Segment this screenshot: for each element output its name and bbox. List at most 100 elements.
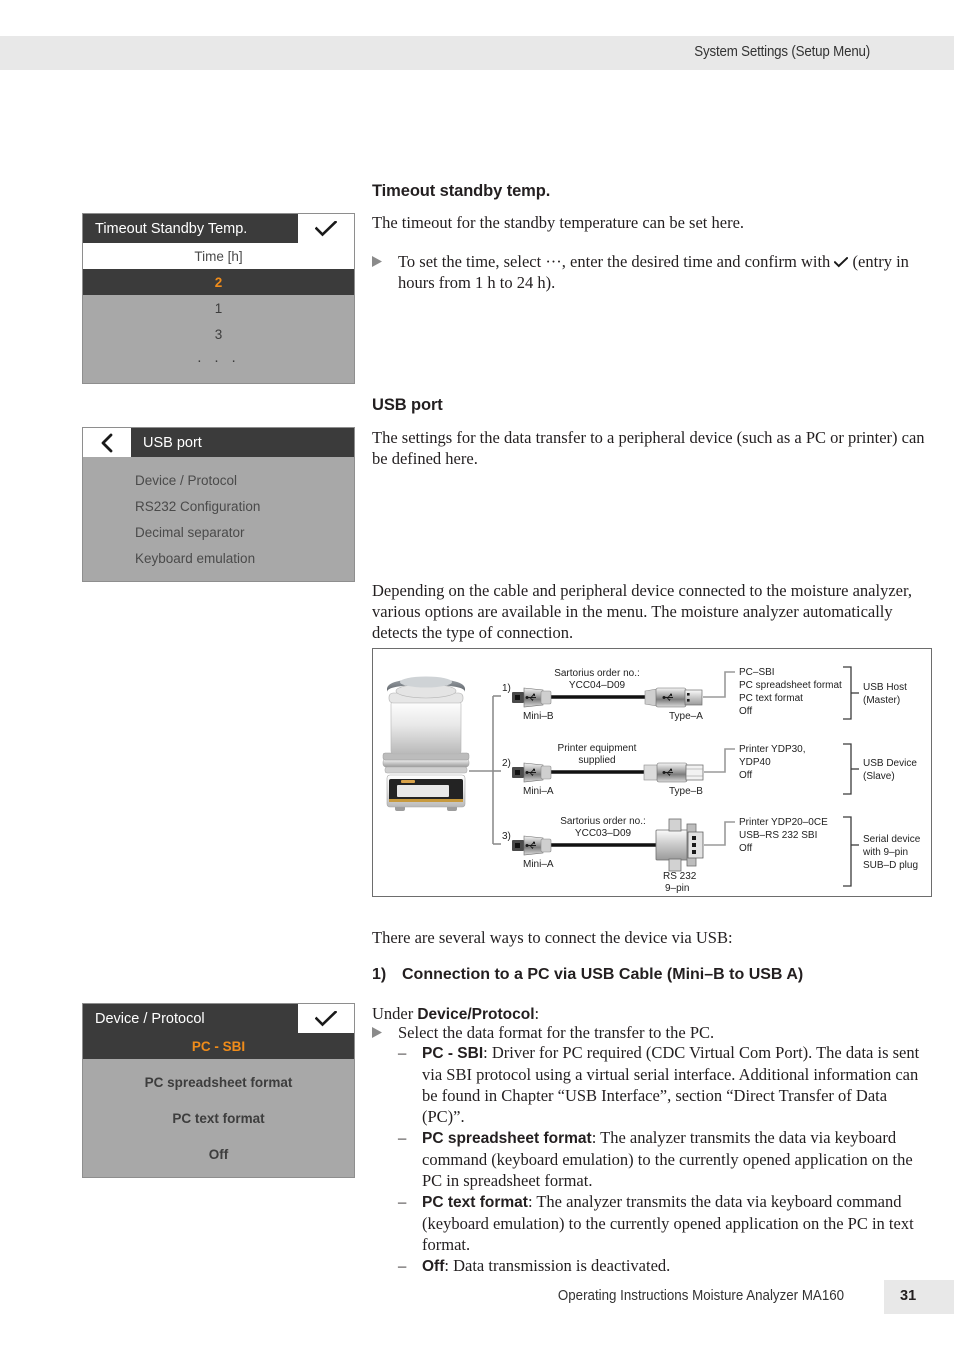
section-title-usb-port: USB port <box>372 396 443 414</box>
confirm-button[interactable] <box>298 1004 354 1033</box>
menu-item-keyboard-emulation[interactable]: Keyboard emulation <box>83 545 354 571</box>
cable-label-line1: Sartorius order no.: <box>554 668 640 679</box>
timeout-instruction-text: To set the time, select ···, enter the d… <box>398 251 932 293</box>
moisture-analyzer-illustration <box>382 676 470 811</box>
under-suffix: : <box>534 1004 540 1023</box>
screen-usb-port: USB port Device / Protocol RS232 Configu… <box>82 427 355 582</box>
group-label: with 9–pin <box>862 847 908 858</box>
connector-label: RS 232 <box>663 871 697 882</box>
svg-text:3): 3) <box>502 831 511 842</box>
dash-mark: – <box>398 1192 407 1211</box>
option-text: Printer YDP20–0CE <box>739 817 828 828</box>
screen-device-protocol: Device / Protocol PC - SBI PC spreadshee… <box>82 1003 355 1178</box>
list-item: – Off: Data transmission is deactivated. <box>398 1255 932 1277</box>
under-bold: Device/Protocol <box>417 1006 535 1023</box>
footer-title: Operating Instructions Moisture Analyzer… <box>557 1288 844 1304</box>
diagram-row-1: 1) Mini–B Sartorius order no.: YCC04–D09… <box>502 666 907 722</box>
group-label: USB Host <box>863 682 907 693</box>
group-label: SUB–D plug <box>863 860 918 871</box>
instruction-part1: To set the time, select <box>398 252 546 271</box>
check-icon <box>315 220 337 236</box>
protocol-option-list: – PC - SBI: Driver for PC required (CDC … <box>372 1042 932 1277</box>
screen-bottom-pad <box>83 571 354 581</box>
screen-bottom-pad <box>83 373 354 383</box>
menu-item-decimal-separator[interactable]: Decimal separator <box>83 519 354 545</box>
chevron-left-icon <box>101 433 113 452</box>
connector-label-2: 9–pin <box>665 883 689 894</box>
screen-title: Timeout Standby Temp. <box>83 214 298 243</box>
option-text: PC–SBI <box>739 667 775 678</box>
screen-top-pad <box>83 457 354 467</box>
list-item: – PC - SBI: Driver for PC required (CDC … <box>398 1042 932 1127</box>
option-text: Off <box>739 843 752 854</box>
list-item[interactable]: PC text format <box>83 1105 354 1131</box>
ellipsis-glyph: ··· <box>545 252 562 271</box>
list-item[interactable]: Off <box>83 1141 354 1167</box>
diagram-row-3: 3) Mini–A Sartorius order no.: YCC03–D09… <box>502 816 921 894</box>
screen-timeout-standby-temp: Timeout Standby Temp. Time [h] 2 1 3 · ·… <box>82 213 355 384</box>
confirm-button[interactable] <box>298 214 354 243</box>
option-description: : Driver for PC required (CDC Virtual Co… <box>422 1043 920 1126</box>
cable-label-line2: supplied <box>578 755 615 766</box>
dash-mark: – <box>398 1256 407 1275</box>
instruction-part2: , enter the desired time and confirm wit… <box>561 252 835 271</box>
cable-label-line2: YCC04–D09 <box>569 680 626 691</box>
list-item-more[interactable]: · · · <box>83 347 354 373</box>
triangle-bullet-icon <box>372 251 398 293</box>
option-text: Printer YDP30, <box>739 744 806 755</box>
menu-item-rs232-configuration[interactable]: RS232 Configuration <box>83 493 354 519</box>
list-item[interactable]: PC spreadsheet format <box>83 1069 354 1095</box>
screen-bottom-pad <box>83 1167 354 1177</box>
svg-text:1): 1) <box>502 683 511 694</box>
check-icon <box>834 256 849 268</box>
dash-mark: – <box>398 1043 407 1062</box>
column-header-time: Time [h] <box>83 243 354 269</box>
connector-label: Type–A <box>669 711 703 722</box>
page-footer: Operating Instructions Moisture Analyzer… <box>0 1280 954 1314</box>
back-button[interactable] <box>83 428 131 457</box>
list-item[interactable]: PC - SBI <box>83 1033 354 1059</box>
group-label: (Slave) <box>863 771 895 782</box>
diagram-row-2: 2) Mini–A Printer equipment supplied Typ… <box>502 743 917 797</box>
svg-text:2): 2) <box>502 758 511 769</box>
screen-titlebar: Device / Protocol <box>83 1004 354 1033</box>
usb-depends-paragraph: Depending on the cable and peripheral de… <box>372 581 912 642</box>
list-item[interactable]: 1 <box>83 295 354 321</box>
list-item-text: PC spreadsheet format: The analyzer tran… <box>422 1127 932 1191</box>
connector-label: Mini–A <box>523 859 554 870</box>
cable-label-line1: Sartorius order no.: <box>560 816 646 827</box>
timeout-instruction: To set the time, select ···, enter the d… <box>372 251 932 293</box>
connector-label: Type–B <box>669 786 703 797</box>
list-item-text: PC - SBI: Driver for PC required (CDC Vi… <box>422 1042 932 1127</box>
option-description: : Data transmission is deactivated. <box>444 1256 671 1275</box>
cable-label-line1: Printer equipment <box>558 743 637 754</box>
page-number: 31 <box>900 1288 917 1304</box>
section-title-timeout: Timeout standby temp. <box>372 182 551 200</box>
option-text: PC text format <box>739 693 803 704</box>
screen-titlebar: USB port <box>83 428 354 457</box>
option-name: PC - SBI <box>422 1045 484 1062</box>
under-prefix: Under <box>372 1004 418 1023</box>
option-text: Off <box>739 770 752 781</box>
page-number-box: 31 <box>884 1280 954 1314</box>
screen-titlebar: Timeout Standby Temp. <box>83 214 354 243</box>
ways-paragraph: There are several ways to connect the de… <box>372 928 733 947</box>
option-name: PC spreadsheet format <box>422 1130 592 1147</box>
group-label: (Master) <box>863 695 900 706</box>
group-label: Serial device <box>863 834 921 845</box>
usb-description: The settings for the data transfer to a … <box>372 428 925 468</box>
list-item[interactable]: 2 <box>83 269 354 295</box>
list-item-text: Off: Data transmission is deactivated. <box>422 1255 670 1277</box>
option-name: Off <box>422 1258 445 1275</box>
connector-label: Mini–B <box>523 711 554 722</box>
list-item: – PC spreadsheet format: The analyzer tr… <box>398 1127 932 1191</box>
menu-item-device-protocol[interactable]: Device / Protocol <box>83 467 354 493</box>
screen-gap <box>83 1095 354 1105</box>
triangle-bullet-icon <box>372 1022 398 1043</box>
option-text: YDP40 <box>739 757 771 768</box>
screen-gap <box>83 1059 354 1069</box>
connection-heading-1: 1) Connection to a PC via USB Cable (Min… <box>372 964 932 985</box>
cable-label-line2: YCC03–D09 <box>575 828 632 839</box>
screen-gap <box>83 1131 354 1141</box>
list-item[interactable]: 3 <box>83 321 354 347</box>
